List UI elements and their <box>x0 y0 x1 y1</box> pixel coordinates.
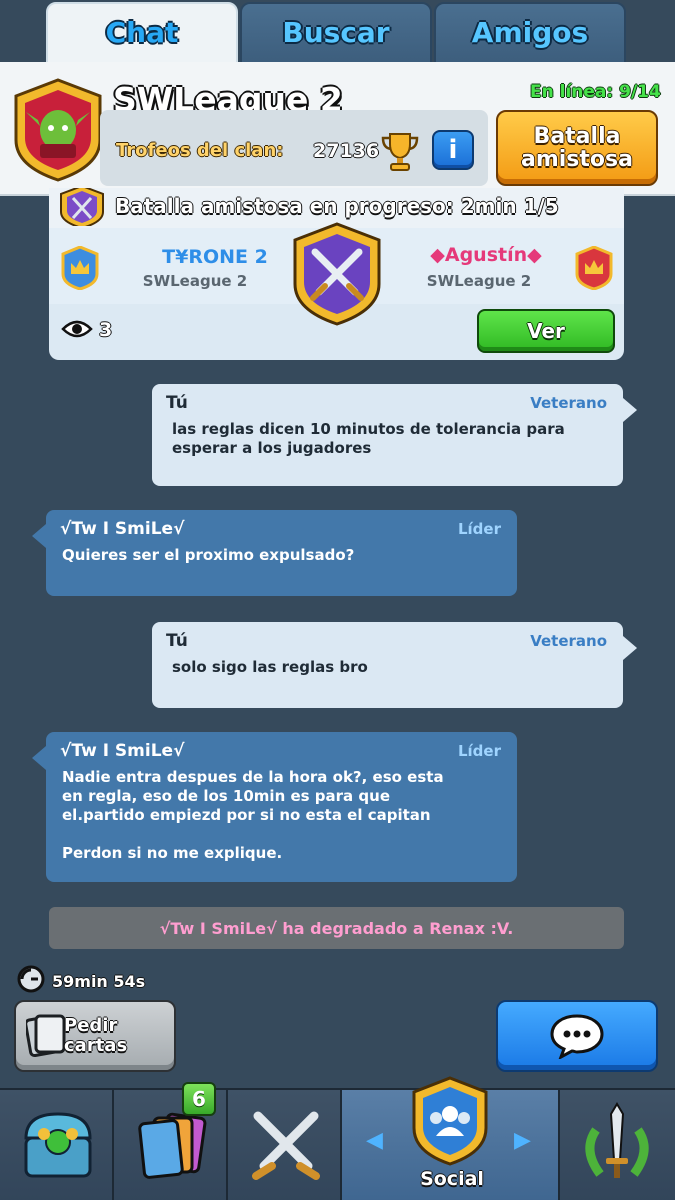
friendly-battle-card: Batalla amistosa en progreso: 2min 1/5 T… <box>49 188 624 360</box>
system-notice: √Tw I SmiLe√ ha degradado a Renax :V. <box>49 907 624 949</box>
message-role: Veterano <box>530 632 607 650</box>
clan-trophies-panel: Trofeos del clan: 27136 i <box>100 110 488 186</box>
tab-friends[interactable]: Amigos <box>434 2 626 68</box>
laurel-sword-icon <box>585 1102 649 1178</box>
chat-message: √Tw I SmiLe√ Líder Nadie entra despues d… <box>32 732 517 882</box>
request-cards-label-line1: Pedir <box>64 1015 118 1036</box>
nav-next-arrow-icon[interactable]: ▶ <box>514 1128 531 1153</box>
message-role: Líder <box>457 520 501 538</box>
nav-prev-arrow-icon[interactable]: ◀ <box>366 1128 383 1153</box>
player2-crown-icon <box>575 246 613 290</box>
tab-chat-label: Chat <box>105 15 179 49</box>
message-sender[interactable]: Tú <box>166 631 188 651</box>
bottom-navigation: ◀ ▶ <box>0 1076 675 1200</box>
spectator-count: 3 <box>99 319 113 341</box>
message-role: Veterano <box>530 394 607 412</box>
tab-bar: Chat Buscar Amigos <box>0 0 675 68</box>
friendly-battle-button[interactable]: Batalla amistosa <box>496 110 658 186</box>
player1-name: T¥RONE 2 <box>162 246 268 268</box>
chat-message: √Tw I SmiLe√ Líder Quieres ser el proxim… <box>32 510 517 596</box>
player1-crown-icon <box>61 246 99 290</box>
crossed-swords-icon <box>252 1111 320 1180</box>
timer-icon <box>17 965 45 993</box>
player1-clan: SWLeague 2 <box>142 272 248 290</box>
nav-shop[interactable] <box>0 1090 114 1200</box>
new-cards-badge: 6 <box>182 1082 216 1116</box>
player2-clan: SWLeague 2 <box>426 272 532 290</box>
friendly-battle-label-line2: amistosa <box>521 147 633 172</box>
card-deck-icon <box>138 1112 207 1179</box>
tab-friends-label: Amigos <box>471 15 589 49</box>
request-cards-label-line2: cartas <box>64 1035 128 1056</box>
eye-icon <box>61 320 93 338</box>
online-count: En línea: 9/14 <box>530 82 661 102</box>
open-chat-button[interactable] <box>496 1000 658 1072</box>
player2-name: ◆Agustín◆ <box>430 244 542 266</box>
chat-message: Tú Veterano las reglas dicen 10 minutos … <box>152 384 637 486</box>
clan-social-icon <box>412 1076 488 1166</box>
nav-social-label: Social <box>420 1168 484 1190</box>
request-timer: 59min 54s <box>52 972 146 991</box>
trophies-value: 27136 <box>313 140 380 162</box>
battle-badge-icon <box>60 188 104 226</box>
message-text: las reglas dicen 10 minutos de toleranci… <box>172 420 565 457</box>
trophies-label: Trofeos del clan: <box>116 140 284 161</box>
clan-header: SWLeague 2 En línea: 9/14 Trofeos del cl… <box>0 62 675 196</box>
request-cards-label: Pedir cartas <box>64 1016 172 1056</box>
cards-icon <box>26 1014 66 1058</box>
nav-tournaments[interactable] <box>560 1090 675 1200</box>
message-role: Líder <box>457 742 501 760</box>
friendly-battle-label-line1: Batalla <box>533 124 621 149</box>
speech-bubble-icon <box>550 1014 604 1059</box>
message-sender[interactable]: Tú <box>166 393 188 413</box>
battle-status-text: Batalla amistosa en progreso: 2min 1/5 <box>115 194 559 218</box>
request-cards-button[interactable]: Pedir cartas <box>14 1000 176 1072</box>
message-sender[interactable]: √Tw I SmiLe√ <box>60 519 184 539</box>
nav-battle[interactable] <box>228 1090 342 1200</box>
message-text: solo sigo las reglas bro <box>172 658 368 676</box>
watch-battle-button[interactable]: Ver <box>477 309 615 353</box>
info-icon: i <box>448 135 458 165</box>
tab-chat[interactable]: Chat <box>46 2 238 68</box>
tab-search-label: Buscar <box>282 15 390 49</box>
watch-button-label: Ver <box>527 319 565 343</box>
crossed-swords-emblem-icon <box>293 222 381 326</box>
clan-badge-icon[interactable] <box>12 78 104 182</box>
message-text: Quieres ser el proximo expulsado? <box>62 546 355 564</box>
trophy-icon <box>381 133 419 171</box>
tab-search[interactable]: Buscar <box>240 2 432 68</box>
treasure-chest-icon <box>24 1112 92 1178</box>
message-sender[interactable]: √Tw I SmiLe√ <box>60 741 184 761</box>
chat-message: Tú Veterano solo sigo las reglas bro <box>152 622 637 708</box>
message-text: Nadie entra despues de la hora ok?, eso … <box>62 768 444 862</box>
clan-info-button[interactable]: i <box>432 130 474 170</box>
